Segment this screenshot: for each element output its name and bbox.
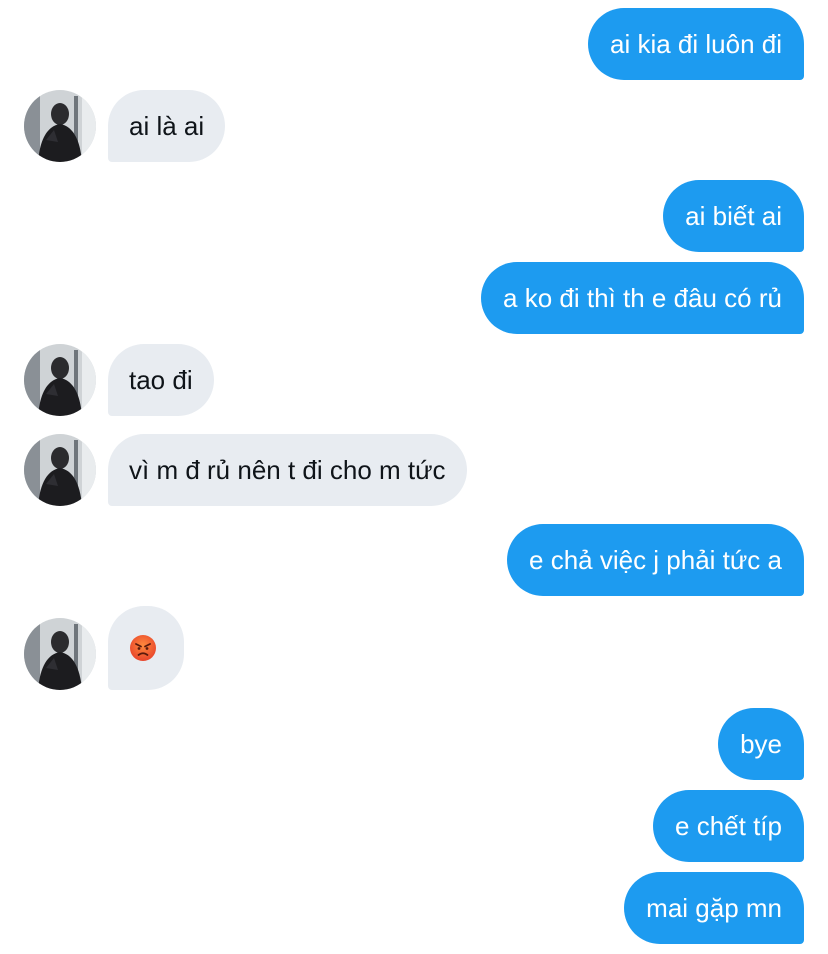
angry-face-icon <box>130 635 156 661</box>
outgoing-message[interactable]: e chết típ <box>653 790 804 862</box>
outgoing-message[interactable]: ai kia đi luôn đi <box>588 8 804 80</box>
incoming-message[interactable]: vì m đ rủ nên t đi cho m tức <box>108 434 467 506</box>
outgoing-message[interactable]: a ko đi thì th e đâu có rủ <box>481 262 804 334</box>
avatar-photo-icon <box>24 90 96 162</box>
incoming-message[interactable] <box>108 606 184 690</box>
incoming-message[interactable]: ai là ai <box>108 90 226 162</box>
outgoing-message[interactable]: ai biết ai <box>663 180 804 252</box>
message-text: mai gặp mn <box>646 893 782 923</box>
message-text: tao đi <box>129 365 193 395</box>
avatar-photo-icon <box>24 618 96 690</box>
outgoing-message[interactable]: bye <box>718 708 804 780</box>
message-text: e chả việc j phải tức a <box>529 545 782 575</box>
avatar-photo-icon <box>24 434 96 506</box>
incoming-message[interactable]: tao đi <box>108 344 214 416</box>
message-text: vì m đ rủ nên t đi cho m tức <box>129 455 446 485</box>
outgoing-message[interactable]: e chả việc j phải tức a <box>507 524 804 596</box>
message-text: ai biết ai <box>685 201 782 231</box>
outgoing-message[interactable]: mai gặp mn <box>624 872 804 944</box>
avatar[interactable] <box>24 344 96 416</box>
message-text: ai là ai <box>129 111 205 141</box>
message-text: bye <box>740 729 782 759</box>
avatar[interactable] <box>24 90 96 162</box>
avatar[interactable] <box>24 618 96 690</box>
message-text: ai kia đi luôn đi <box>610 29 782 59</box>
avatar[interactable] <box>24 434 96 506</box>
message-thread: ai kia đi luôn đi ai là ai ai biết ai a … <box>0 0 828 954</box>
message-text: e chết típ <box>675 811 782 841</box>
message-text: a ko đi thì th e đâu có rủ <box>503 283 782 313</box>
avatar-photo-icon <box>24 344 96 416</box>
